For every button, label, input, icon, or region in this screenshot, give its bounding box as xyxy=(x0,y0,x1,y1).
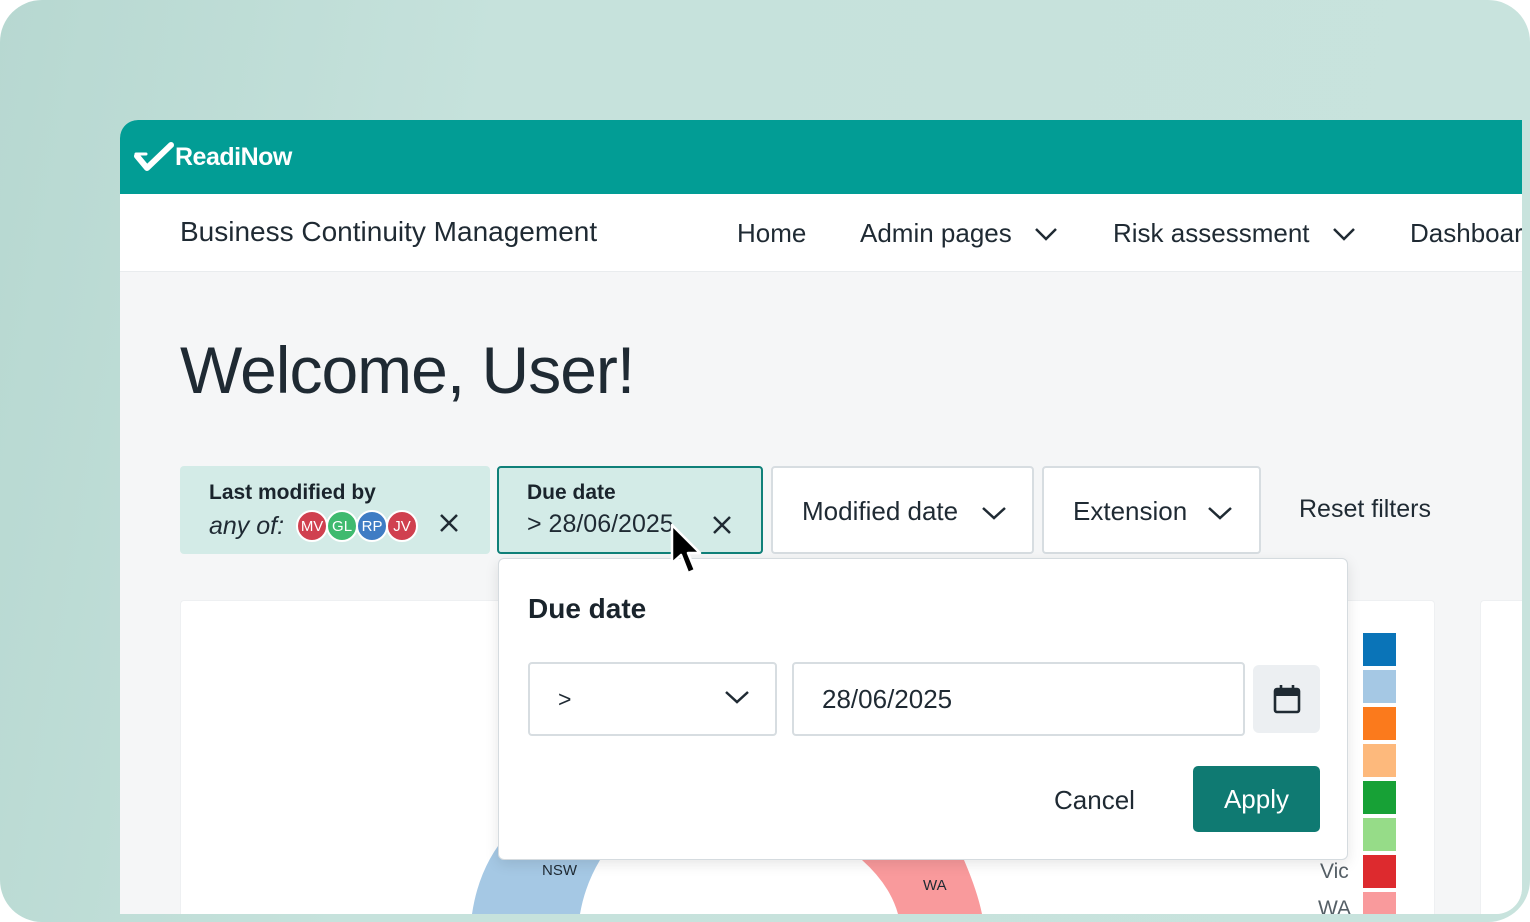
cancel-button[interactable]: Cancel xyxy=(1054,785,1135,816)
legend-swatch xyxy=(1363,707,1396,740)
legend-swatch xyxy=(1363,744,1396,777)
calendar-button[interactable] xyxy=(1253,665,1320,733)
mouse-cursor-icon xyxy=(670,523,702,575)
legend-swatch xyxy=(1363,781,1396,814)
screenshot-frame: ReadiNow Business Continuity Management … xyxy=(0,0,1530,922)
legend-label-wa: WA xyxy=(1318,897,1352,914)
legend-label-vic: Vic xyxy=(1320,860,1349,883)
app-window: ReadiNow Business Continuity Management … xyxy=(120,120,1522,914)
legend-swatch xyxy=(1363,855,1396,888)
operator-value: > xyxy=(558,686,572,712)
chevron-down-icon xyxy=(725,691,749,704)
date-input[interactable] xyxy=(792,662,1245,736)
calendar-icon xyxy=(1273,685,1300,714)
due-date-popover: Due date > Cancel Apply xyxy=(498,558,1348,860)
operator-select[interactable]: > xyxy=(528,662,777,736)
legend-swatch xyxy=(1363,818,1396,851)
popover-title: Due date xyxy=(528,593,647,624)
legend-swatch xyxy=(1363,633,1396,666)
legend-swatch xyxy=(1363,670,1396,703)
apply-button[interactable]: Apply xyxy=(1193,766,1320,832)
pie-label-wa: WA xyxy=(923,877,947,894)
legend-swatch xyxy=(1363,892,1396,914)
pie-label-nsw: NSW xyxy=(542,862,577,879)
